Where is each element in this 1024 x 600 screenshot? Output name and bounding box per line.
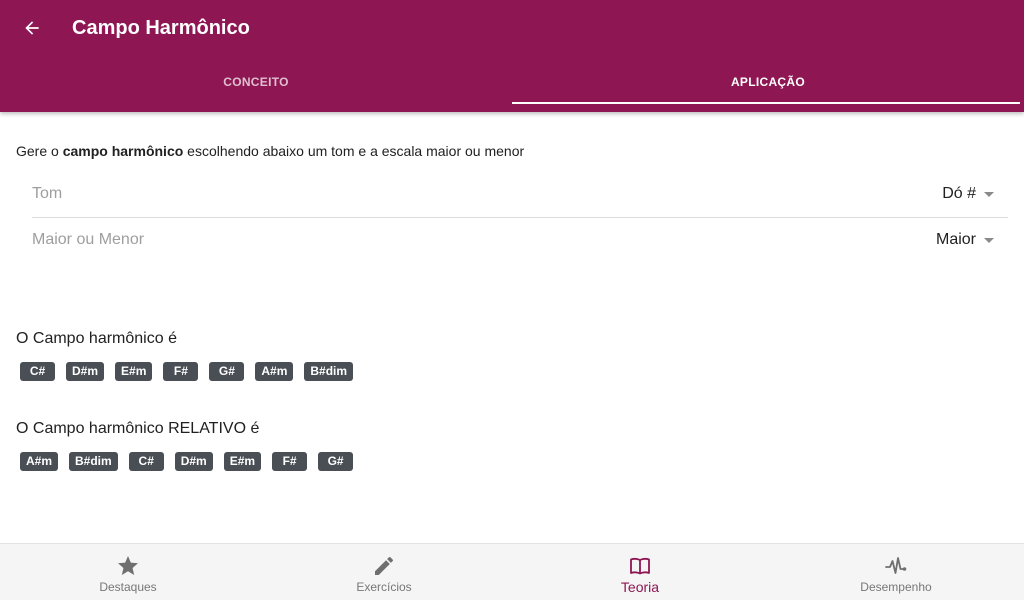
scale-label: Maior ou Menor xyxy=(32,231,145,248)
chord-chip: B#dim xyxy=(304,362,354,381)
harmonic-field-title: O Campo harmônico é xyxy=(16,330,177,347)
page-title: Campo Harmônico xyxy=(72,17,250,39)
tab-indicator xyxy=(512,102,1020,104)
chord-chip: D#m xyxy=(174,452,213,471)
tom-value: Dó # xyxy=(942,185,976,202)
scale-select[interactable]: Maior ou Menor Maior xyxy=(32,218,1008,264)
intro-prefix: Gere o xyxy=(16,143,63,159)
tab-conceito[interactable]: CONCEITO xyxy=(0,56,512,108)
intro-suffix: escolhendo abaixo um tom e a escala maio… xyxy=(183,143,525,159)
bottom-navigation: Destaques Exercícios Teoria Desempenho xyxy=(0,543,1024,600)
toolbar: Campo Harmônico xyxy=(0,0,1024,56)
nav-item-exercicios[interactable]: Exercícios xyxy=(256,544,512,600)
chord-chip: F# xyxy=(163,362,199,381)
chord-chip: A#m xyxy=(255,362,294,381)
harmonic-field-chords: C# D#m E#m F# G# A#m B#dim xyxy=(20,362,354,381)
dropdown-arrow-icon xyxy=(984,192,994,197)
chord-chip: G# xyxy=(318,452,354,471)
pencil-icon xyxy=(375,556,394,575)
nav-label: Exercícios xyxy=(356,580,412,594)
chord-chip: B#dim xyxy=(69,452,118,471)
nav-label: Destaques xyxy=(99,580,157,594)
tom-select[interactable]: Tom Dó # xyxy=(32,172,1008,218)
chord-chip: C# xyxy=(20,362,55,381)
relative-field-title: O Campo harmônico RELATIVO é xyxy=(16,420,260,437)
chord-chip: C# xyxy=(128,452,164,471)
pulse-icon xyxy=(885,557,907,574)
chord-chip: D#m xyxy=(66,362,105,381)
dropdown-arrow-icon xyxy=(984,238,994,243)
nav-label: Teoria xyxy=(620,579,660,595)
app-bar: Campo Harmônico CONCEITO APLICAÇÃO xyxy=(0,0,1024,112)
tab-aplicacao[interactable]: APLICAÇÃO xyxy=(512,56,1024,108)
book-icon xyxy=(630,557,650,575)
chord-chip: A#m xyxy=(20,452,59,471)
nav-item-teoria[interactable]: Teoria xyxy=(512,544,768,600)
chord-chip: G# xyxy=(209,362,245,381)
arrow-back-icon xyxy=(25,21,39,35)
scale-value: Maior xyxy=(935,231,976,248)
intro-text: Gere o campo harmônico escolhendo abaixo… xyxy=(16,142,524,160)
star-icon xyxy=(118,556,138,575)
nav-label: Desempenho xyxy=(860,580,932,594)
chord-chip: F# xyxy=(272,452,308,471)
chord-chip: E#m xyxy=(115,362,153,381)
intro-bold: campo harmônico xyxy=(62,143,184,159)
nav-item-destaques[interactable]: Destaques xyxy=(0,544,256,600)
nav-item-desempenho[interactable]: Desempenho xyxy=(768,544,1024,600)
relative-field-chords: A#m B#dim C# D#m E#m F# G# xyxy=(20,452,354,471)
back-button[interactable] xyxy=(16,12,48,44)
tom-label: Tom xyxy=(32,185,63,202)
chord-chip: E#m xyxy=(223,452,262,471)
